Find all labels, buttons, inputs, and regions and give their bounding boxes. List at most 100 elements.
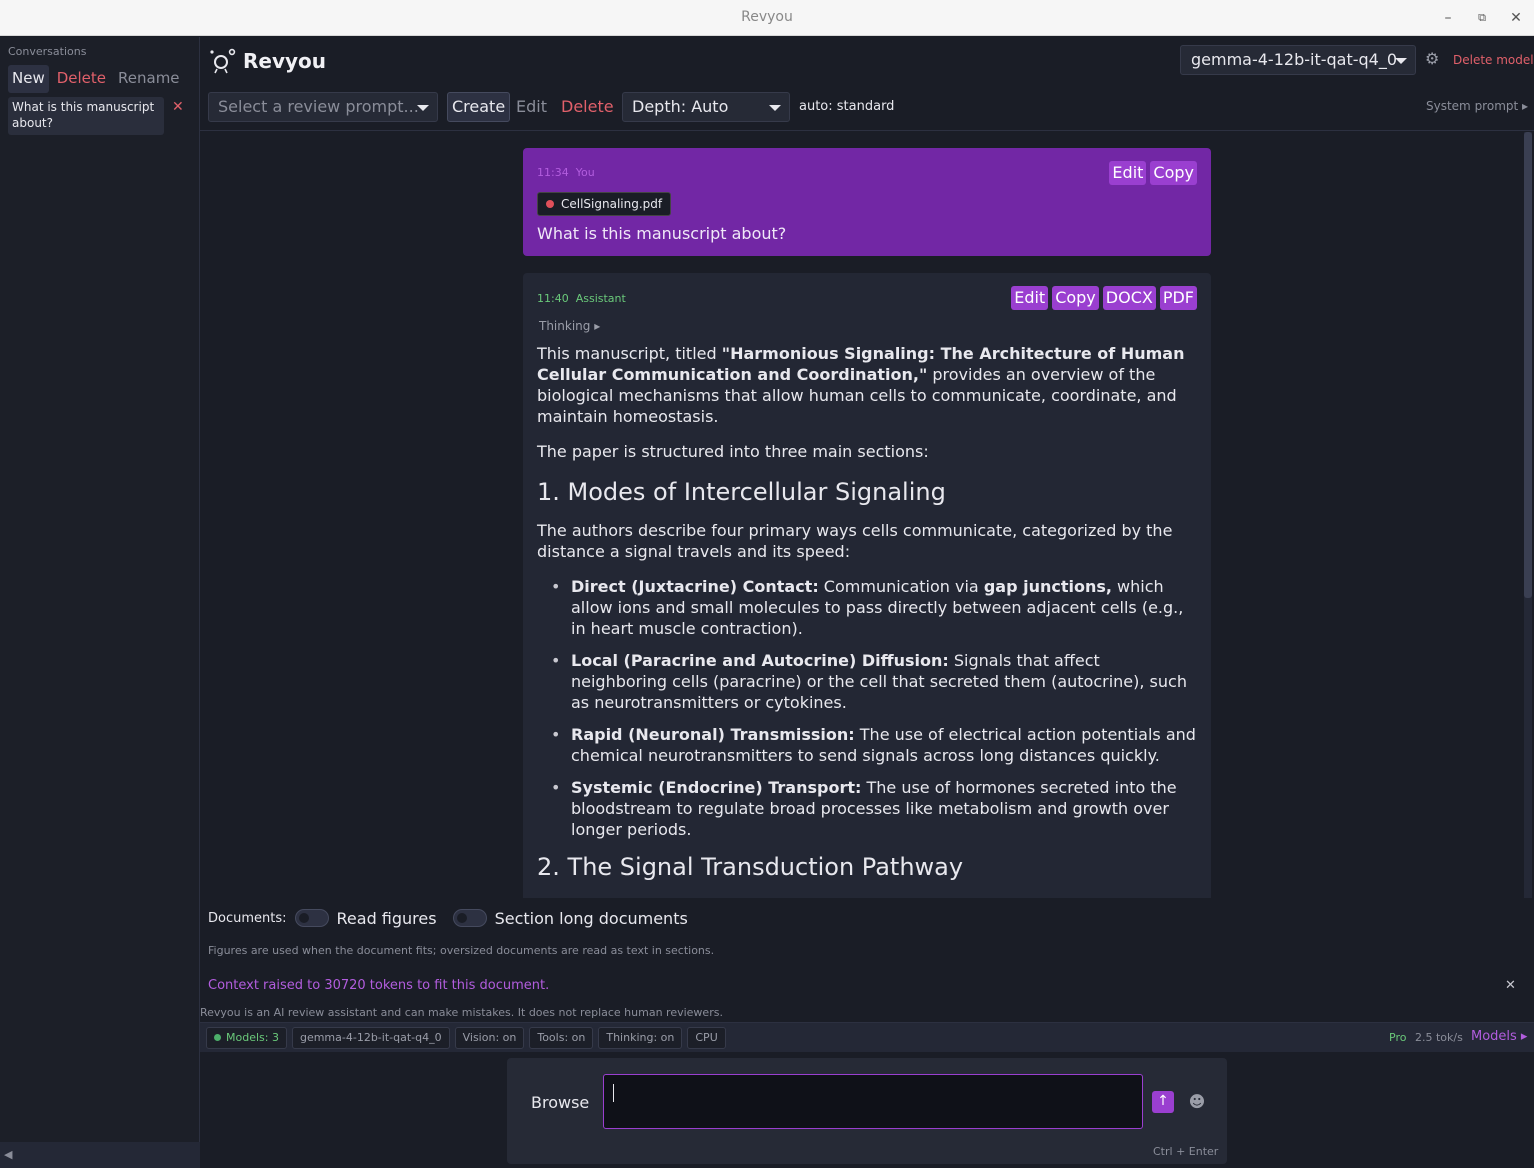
section-intro: The authors describe four primary ways c…	[537, 521, 1173, 561]
depth-auto-note: auto: standard	[799, 99, 895, 114]
section-long-documents-toggle[interactable]	[452, 909, 487, 927]
section-long-documents-label: Section long documents	[494, 908, 688, 928]
documents-label: Documents:	[208, 910, 287, 926]
window-title: Revyou	[741, 9, 793, 25]
app-header: Revyou gemma-4-12b-it-qat-q4_0 ⚙ Delete …	[200, 37, 1534, 131]
copy-message-button[interactable]: Copy	[1150, 161, 1197, 185]
vision-chip[interactable]: Vision: on	[454, 1027, 525, 1049]
list-item: Direct (Juxtacrine) Contact: Communicati…	[537, 576, 1199, 639]
model-select[interactable]: gemma-4-12b-it-qat-q4_0	[1180, 45, 1416, 75]
file-status-dot-icon	[546, 200, 554, 208]
review-prompt-select[interactable]: Select a review prompt...	[208, 92, 438, 122]
message-meta: 11:40 Assistant	[537, 292, 626, 305]
emoji-icon[interactable]: ☻	[1186, 1091, 1208, 1113]
list-item-emphasis: gap junctions,	[983, 577, 1112, 596]
message-time: 11:34	[537, 166, 569, 179]
export-pdf-button[interactable]: PDF	[1159, 286, 1197, 310]
status-chips: Models: 3 gemma-4-12b-it-qat-q4_0 Vision…	[206, 1027, 726, 1049]
intro-paragraph: This manuscript, titled "Harmonious Sign…	[537, 343, 1199, 427]
conversations-sidebar: Conversations New Delete Rename What is …	[0, 37, 200, 1168]
structure-paragraph: The paper is structured into three main …	[537, 442, 929, 461]
text-cursor	[613, 1084, 614, 1102]
gear-icon[interactable]: ⚙	[1425, 51, 1439, 67]
generation-speed: 2.5 tok/s	[1415, 1031, 1463, 1044]
section-heading: 2. The Signal Transduction Pathway	[537, 853, 964, 881]
list-item-text: Communication via	[818, 577, 984, 596]
chevron-down-icon	[1395, 58, 1407, 64]
list-item: Local (Paracrine and Autocrine) Diffusio…	[537, 650, 1199, 713]
close-notice-icon[interactable]: ✕	[1505, 978, 1516, 993]
thinking-chip[interactable]: Thinking: on	[598, 1027, 683, 1049]
send-shortcut-hint: Ctrl + Enter	[1153, 1145, 1219, 1158]
message-actions: Edit Copy	[1109, 161, 1197, 185]
message-author: You	[575, 166, 595, 179]
depth-select[interactable]: Depth: Auto	[622, 92, 790, 122]
conversation-item[interactable]: What is this manuscript about?	[8, 97, 164, 135]
model-select-value: gemma-4-12b-it-qat-q4_0	[1191, 50, 1398, 69]
attachment-name: CellSignaling.pdf	[561, 197, 663, 211]
active-model-chip[interactable]: gemma-4-12b-it-qat-q4_0	[291, 1027, 450, 1049]
delete-conversation-button[interactable]: Delete	[53, 65, 110, 93]
window-titlebar: Revyou – ⧉ ✕	[0, 0, 1534, 36]
list-item-label: Direct (Juxtacrine) Contact:	[571, 577, 819, 596]
tools-chip[interactable]: Tools: on	[529, 1027, 594, 1049]
delete-prompt-button[interactable]: Delete	[561, 97, 614, 116]
system-prompt-toggle[interactable]: System prompt ▸	[1426, 99, 1528, 113]
minimize-icon[interactable]: –	[1438, 8, 1458, 28]
copy-message-button[interactable]: Copy	[1052, 286, 1099, 310]
browse-button[interactable]: Browse	[531, 1093, 589, 1112]
documents-note: Figures are used when the document fits;…	[208, 944, 715, 957]
message-actions: Edit Copy DOCX PDF	[1011, 286, 1197, 310]
models-panel-link[interactable]: Models ▸	[1471, 1029, 1527, 1044]
message-time: 11:40	[537, 292, 569, 305]
intro-text: This manuscript, titled	[537, 344, 722, 363]
revyou-logo-icon	[210, 48, 236, 74]
status-dot-icon	[214, 1034, 221, 1041]
depth-select-value: Depth: Auto	[632, 97, 729, 116]
section-heading: 1. Modes of Intercellular Signaling	[537, 478, 946, 506]
message-meta: 11:34 You	[537, 166, 595, 179]
chat-scrollbar-thumb[interactable]	[1524, 132, 1532, 598]
list-item: Systemic (Endocrine) Transport: The use …	[537, 777, 1199, 840]
edit-message-button[interactable]: Edit	[1109, 161, 1147, 185]
rename-conversation-button[interactable]: Rename	[114, 65, 184, 93]
read-figures-label: Read figures	[336, 908, 437, 928]
attachment-chip[interactable]: CellSignaling.pdf	[537, 192, 672, 216]
tier-badge: Pro	[1389, 1031, 1407, 1044]
chevron-down-icon	[417, 105, 429, 111]
user-message-text: What is this manuscript about?	[537, 224, 787, 243]
models-count-chip[interactable]: Models: 3	[206, 1027, 287, 1049]
close-window-icon[interactable]: ✕	[1506, 8, 1526, 28]
list-item-label: Local (Paracrine and Autocrine) Diffusio…	[571, 651, 949, 670]
message-composer: Browse ↑ ☻ Ctrl + Enter	[507, 1058, 1227, 1164]
sidebar-heading: Conversations	[8, 45, 87, 58]
collapse-sidebar-icon[interactable]: ◀	[4, 1148, 12, 1161]
chat-scrollbar[interactable]	[1524, 132, 1532, 898]
message-input[interactable]	[603, 1074, 1143, 1129]
delete-model-button[interactable]: Delete model	[1453, 53, 1534, 67]
user-message: 11:34 You Edit Copy CellSignaling.pdf Wh…	[523, 148, 1211, 256]
list-item-label: Systemic (Endocrine) Transport:	[571, 778, 862, 797]
review-prompt-placeholder: Select a review prompt...	[218, 97, 419, 116]
read-figures-toggle[interactable]	[294, 909, 329, 927]
assistant-message: 11:40 Assistant Edit Copy DOCX PDF Think…	[523, 273, 1211, 898]
edit-message-button[interactable]: Edit	[1011, 286, 1049, 310]
models-count: Models: 3	[226, 1031, 279, 1044]
new-conversation-button[interactable]: New	[8, 65, 49, 93]
send-arrow-icon[interactable]: ↑	[1152, 1091, 1174, 1113]
assistant-message-body: This manuscript, titled "Harmonious Sign…	[537, 343, 1199, 895]
maximize-icon[interactable]: ⧉	[1472, 8, 1492, 28]
message-author: Assistant	[575, 292, 626, 305]
toggle-knob	[456, 913, 467, 923]
status-bar: Models: 3 gemma-4-12b-it-qat-q4_0 Vision…	[200, 1022, 1534, 1052]
create-prompt-button[interactable]: Create	[447, 92, 511, 122]
chat-area: 11:34 You Edit Copy CellSignaling.pdf Wh…	[200, 132, 1534, 898]
ai-disclaimer: Revyou is an AI review assistant and can…	[200, 1006, 723, 1019]
edit-prompt-button[interactable]: Edit	[516, 97, 547, 116]
list-item: Rapid (Neuronal) Transmission: The use o…	[537, 724, 1199, 766]
device-chip[interactable]: CPU	[687, 1027, 726, 1049]
sidebar-footer: ◀	[0, 1142, 200, 1168]
export-docx-button[interactable]: DOCX	[1102, 286, 1156, 310]
thinking-toggle[interactable]: Thinking ▸	[539, 319, 600, 333]
remove-conversation-icon[interactable]: ✕	[172, 99, 184, 115]
